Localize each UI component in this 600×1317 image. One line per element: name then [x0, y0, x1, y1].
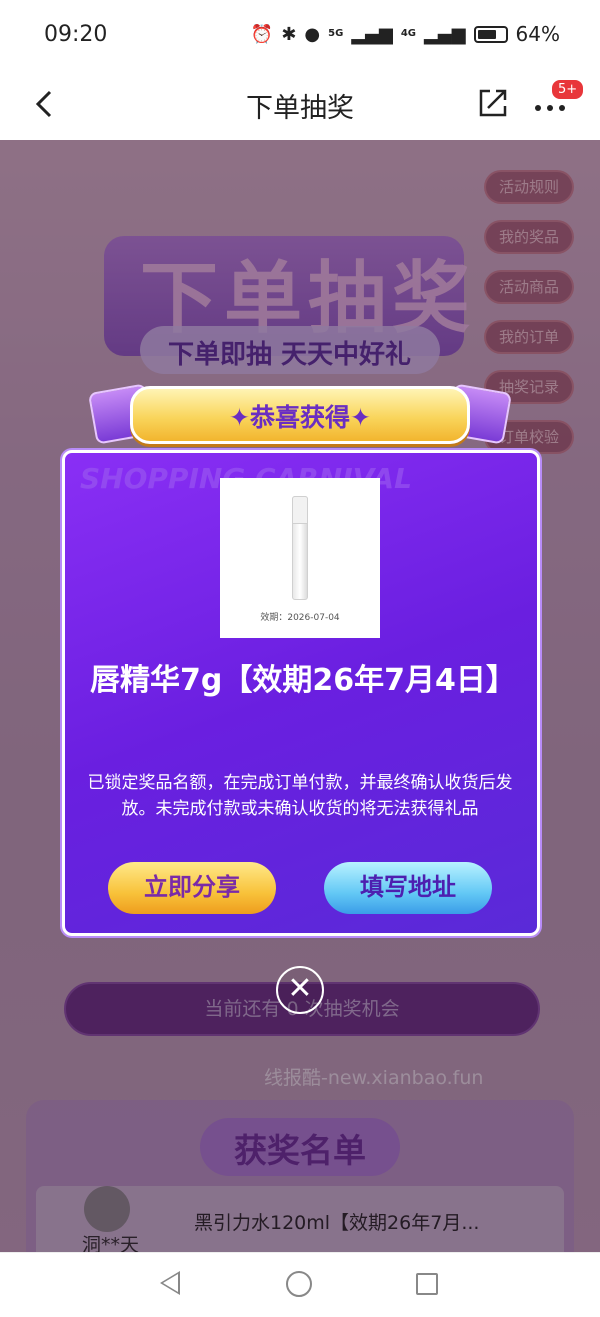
lottery-page: 下单抽奖 下单即抽 天天中好礼 活动规则 我的奖品 活动商品 我的订单 抽奖记录… — [0, 140, 600, 1252]
notification-badge: 5+ — [550, 78, 586, 101]
system-recents-icon[interactable] — [416, 1273, 438, 1295]
nav-bar: 下单抽奖 — [0, 70, 600, 140]
signal-icon-2: ▂▄▆ — [424, 23, 466, 45]
system-home-icon[interactable] — [286, 1271, 312, 1297]
page-title: 下单抽奖 — [246, 93, 354, 124]
system-nav-bar — [0, 1252, 600, 1317]
alarm-icon: ⏰ — [250, 23, 274, 45]
battery-icon — [473, 25, 508, 43]
battery-level: 64% — [515, 22, 560, 46]
prize-description: 已锁定奖品名额，在完成订单付款，并最终确认收货后发放。未完成付款或未确认收货的将… — [87, 773, 513, 819]
share-icon[interactable] — [476, 86, 510, 120]
prize-expiry-label: 效期：2026-07-04 — [260, 613, 340, 623]
bluetooth-icon: ✱ — [281, 23, 297, 45]
system-back-icon[interactable] — [160, 1271, 180, 1295]
location-icon: ● — [304, 23, 321, 45]
status-bar: 09:20 ⏰ ✱ ● 5G ▂▄▆ 4G ▂▄▆ 64% — [0, 0, 600, 70]
close-icon[interactable]: ✕ — [276, 966, 324, 1014]
prize-name: 唇精华7g【效期26年7月4日】 — [90, 663, 516, 698]
status-time: 09:20 — [44, 22, 108, 47]
modal-header: ✦恭喜获得✦ — [229, 403, 371, 432]
fill-address-button[interactable]: 填写地址 — [324, 862, 492, 914]
share-now-button[interactable]: 立即分享 — [108, 862, 276, 914]
network-4g-icon: 4G — [400, 28, 417, 39]
lip-serum-cap — [292, 496, 308, 524]
network-5g-icon: 5G — [328, 28, 344, 39]
signal-icon: ▂▄▆ — [351, 23, 393, 45]
status-icons: ⏰ ✱ ● 5G ▂▄▆ 4G ▂▄▆ 64% — [251, 22, 560, 46]
